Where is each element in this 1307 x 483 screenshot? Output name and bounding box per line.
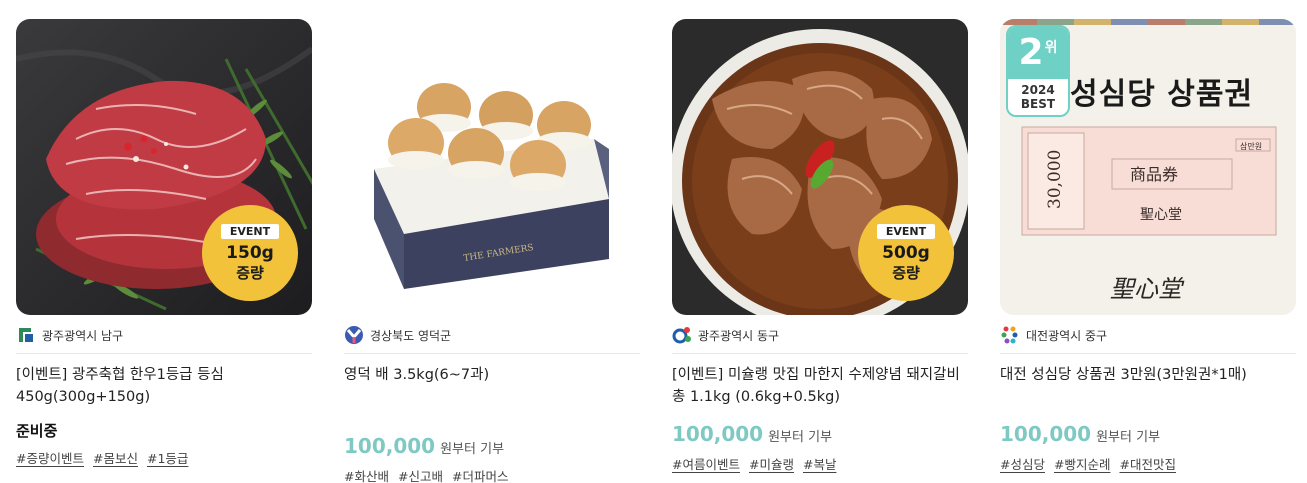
product-card[interactable]: THE FARMERS 경상북도 영덕군 영덕 배 3.5kg(6~7과) 10… [344, 19, 640, 483]
rank-top: 2 위 [1008, 27, 1068, 79]
event-amount: 150g [226, 242, 274, 263]
tag[interactable]: #미슐랭 [749, 454, 794, 473]
divider [672, 353, 968, 354]
tag[interactable]: #빵지순례 [1054, 454, 1110, 473]
region: 대전광역시 중구 [1000, 325, 1296, 345]
region: 광주광역시 남구 [16, 325, 312, 345]
tag-list: #성심당 #빵지순례 #대전맛집 [1000, 454, 1296, 473]
daejeon-junggu-logo-icon [1001, 326, 1018, 344]
brand-mark: 聖心堂 [1110, 275, 1185, 303]
event-amount: 500g [882, 242, 930, 263]
tag-list: #화산배 #신고배 #더파머스 [344, 466, 640, 483]
region-name: 광주광역시 남구 [42, 328, 124, 343]
product-title[interactable]: [이벤트] 광주축협 한우1등급 등심 450g(300g+150g) [16, 364, 312, 408]
voucher-amount: 30,000 [1045, 150, 1065, 209]
event-badge: EVENT 500g 증량 [858, 205, 954, 301]
divider [1000, 353, 1296, 354]
rank-number: 2 [1018, 32, 1044, 73]
yeongdeok-logo-icon [345, 326, 363, 344]
gwangju-donggu-logo-icon [672, 327, 691, 344]
event-label: EVENT [876, 223, 936, 239]
rank-year: 2024 [1021, 83, 1055, 97]
voucher-denom: 삼만원 [1240, 141, 1262, 151]
tag-list: #증량이벤트 #몸보신 #1등급 [16, 448, 312, 467]
voucher-name: 商品券 [1130, 165, 1178, 184]
region-name: 광주광역시 동구 [698, 328, 780, 343]
voucher-heading: 성심당 상품권 [1070, 77, 1254, 112]
price-row: 100,000 원부터 기부 [344, 434, 640, 460]
product-card[interactable]: EVENT 500g 증량 광주광역시 동구 [이벤트] 미슐랭 맛집 마한지 … [672, 19, 968, 473]
region: 광주광역시 동구 [672, 325, 968, 345]
price-suffix: 원부터 기부 [1096, 430, 1161, 445]
event-increase: 증량 [236, 263, 264, 282]
price: 100,000 [672, 422, 764, 446]
product-image-beef[interactable]: EVENT 150g 증량 [16, 19, 312, 315]
product-title[interactable]: 영덕 배 3.5kg(6~7과) [344, 364, 640, 408]
tag[interactable]: #더파머스 [452, 466, 508, 483]
gwangju-namgu-logo-icon [18, 327, 34, 343]
event-badge: EVENT 150g 증량 [202, 205, 298, 301]
tag[interactable]: #대전맛집 [1119, 454, 1175, 473]
divider [344, 353, 640, 354]
rank-badge: 2 위 2024 BEST [1006, 25, 1070, 117]
status-label: 준비중 [16, 422, 58, 440]
price-suffix: 원부터 기부 [440, 442, 505, 457]
tag[interactable]: #복날 [803, 454, 836, 473]
price: 100,000 [1000, 422, 1092, 446]
price-row: 100,000 원부터 기부 [1000, 422, 1296, 448]
divider [16, 353, 312, 354]
product-image-voucher[interactable]: 30,000 商品券 삼만원 聖心堂 聖心堂 성심당 상품권 2 위 2024 … [1000, 19, 1296, 315]
tag[interactable]: #증량이벤트 [16, 448, 84, 467]
region-name: 대전광역시 중구 [1026, 328, 1108, 343]
product-image-pear[interactable]: THE FARMERS [344, 19, 640, 315]
event-label: EVENT [220, 223, 280, 239]
region: 경상북도 영덕군 [344, 325, 640, 345]
product-card[interactable]: EVENT 150g 증량 광주광역시 남구 [이벤트] 광주축협 한우1등급 … [16, 19, 312, 467]
price: 100,000 [344, 434, 436, 458]
tag[interactable]: #화산배 [344, 466, 389, 483]
tag[interactable]: #1등급 [147, 448, 188, 467]
event-increase: 증량 [892, 263, 920, 282]
tag[interactable]: #성심당 [1000, 454, 1045, 473]
product-image-galbi[interactable]: EVENT 500g 증량 [672, 19, 968, 315]
tag-list: #여름이벤트 #미슐랭 #복날 [672, 454, 968, 473]
price-row: 100,000 원부터 기부 [672, 422, 968, 448]
tag[interactable]: #신고배 [398, 466, 443, 483]
product-title[interactable]: 대전 성심당 상품권 3만원(3만원권*1매) [1000, 364, 1296, 408]
tag[interactable]: #몸보신 [93, 448, 138, 467]
rank-label: BEST [1020, 97, 1056, 111]
product-title[interactable]: [이벤트] 미슐랭 맛집 마한지 수제양념 돼지갈비 총 1.1kg (0.6k… [672, 364, 968, 408]
price-suffix: 원부터 기부 [768, 430, 833, 445]
voucher-brand-small: 聖心堂 [1140, 207, 1182, 223]
region-name: 경상북도 영덕군 [370, 328, 452, 343]
tag[interactable]: #여름이벤트 [672, 454, 740, 473]
product-card[interactable]: 30,000 商品券 삼만원 聖心堂 聖心堂 성심당 상품권 2 위 2024 … [1000, 19, 1296, 473]
rank-unit: 위 [1044, 40, 1058, 56]
